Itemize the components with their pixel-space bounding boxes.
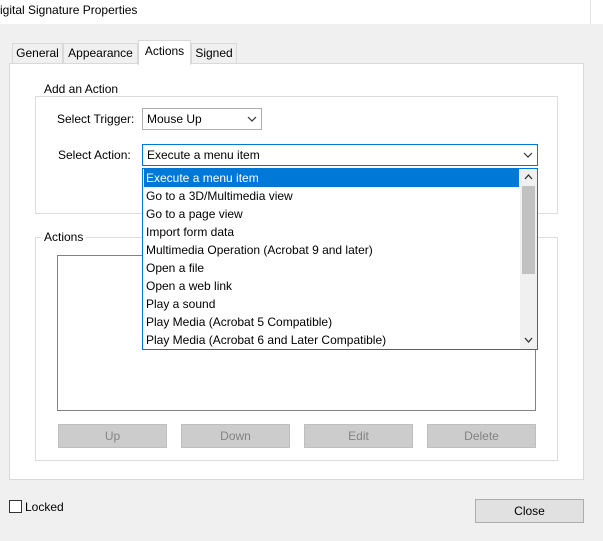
select-action-label: Select Action: xyxy=(58,148,131,162)
trigger-select-value: Mouse Up xyxy=(147,112,202,126)
close-button[interactable]: Close xyxy=(475,499,584,523)
dropdown-option[interactable]: Open a file xyxy=(144,259,519,277)
delete-button[interactable]: Delete xyxy=(427,424,536,448)
dropdown-option[interactable]: Execute a menu item xyxy=(144,169,519,187)
trigger-select[interactable]: Mouse Up xyxy=(142,108,262,130)
locked-label: Locked xyxy=(25,500,64,514)
tab-actions[interactable]: Actions xyxy=(138,40,191,65)
dropdown-option[interactable]: Play Media (Acrobat 6 and Later Compatib… xyxy=(144,331,519,349)
tab-appearance[interactable]: Appearance xyxy=(63,43,138,63)
action-select-value: Execute a menu item xyxy=(147,148,260,162)
title-bar-edge xyxy=(590,0,591,24)
chevron-down-icon xyxy=(519,145,537,165)
tab-general[interactable]: General xyxy=(12,43,63,63)
dropdown-option[interactable]: Multimedia Operation (Acrobat 9 and late… xyxy=(144,241,519,259)
action-select[interactable]: Execute a menu item xyxy=(142,144,538,166)
dropdown-option[interactable]: Go to a 3D/Multimedia view xyxy=(144,187,519,205)
dropdown-option[interactable]: Play Media (Acrobat 5 Compatible) xyxy=(144,313,519,331)
chevron-down-icon xyxy=(243,109,261,129)
select-trigger-label: Select Trigger: xyxy=(57,112,135,126)
dropdown-scrollbar[interactable] xyxy=(520,169,537,349)
locked-checkbox[interactable] xyxy=(9,500,22,513)
dropdown-option[interactable]: Import form data xyxy=(144,223,519,241)
dropdown-option[interactable]: Play a sound xyxy=(144,295,519,313)
dropdown-option[interactable]: Go to a page view xyxy=(144,205,519,223)
edit-button[interactable]: Edit xyxy=(304,424,413,448)
actions-group-label: Actions xyxy=(41,230,87,244)
up-button[interactable]: Up xyxy=(58,424,167,448)
add-action-group-label: Add an Action xyxy=(41,82,122,96)
tab-signed[interactable]: Signed xyxy=(191,43,237,63)
scroll-up-button[interactable] xyxy=(520,169,537,186)
dropdown-option[interactable]: Open a web link xyxy=(144,277,519,295)
action-dropdown-list[interactable]: Execute a menu item Go to a 3D/Multimedi… xyxy=(142,168,538,350)
down-button[interactable]: Down xyxy=(181,424,290,448)
scroll-thumb[interactable] xyxy=(522,186,535,274)
window-title: igital Signature Properties xyxy=(0,3,138,17)
scroll-down-button[interactable] xyxy=(520,332,537,349)
